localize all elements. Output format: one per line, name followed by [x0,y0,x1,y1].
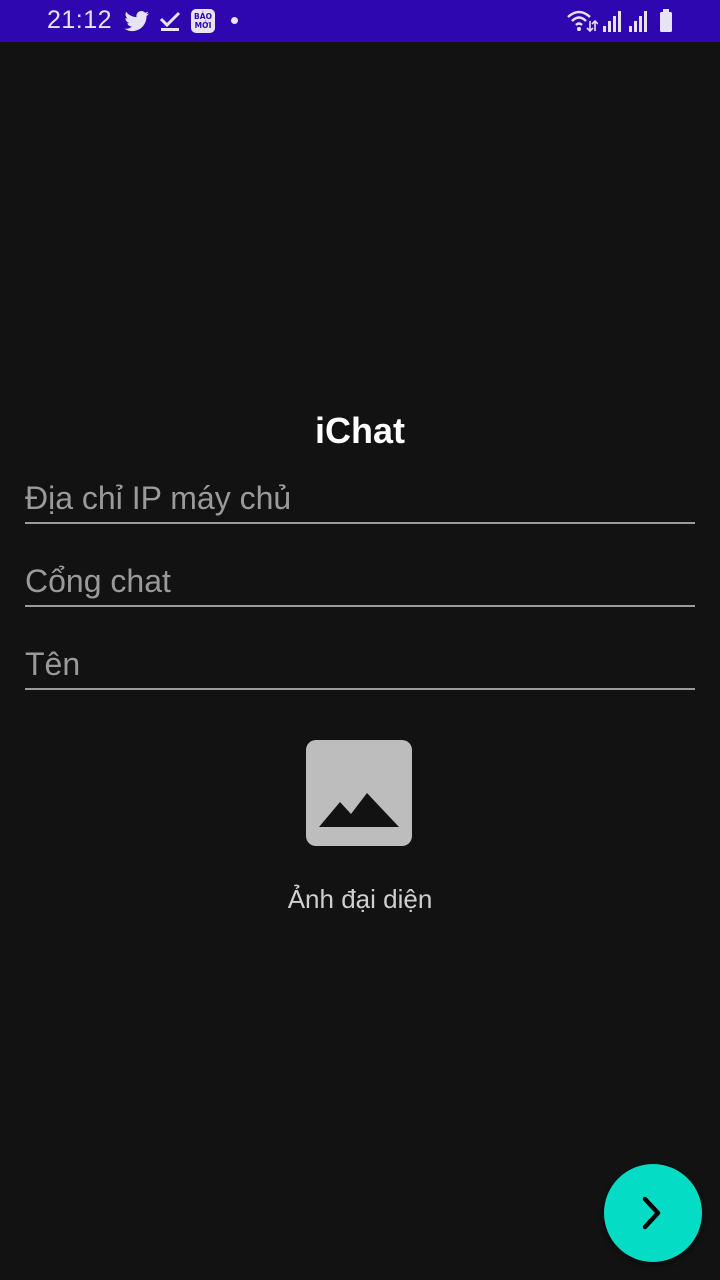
avatar-picker[interactable] [306,740,412,846]
app-title: iChat [315,410,405,451]
dot-icon [230,16,239,40]
download-done-icon [158,9,182,33]
name-input[interactable] [25,640,695,690]
bao-moi-icon: BÁO MỚI [190,8,216,33]
twitter-icon [124,9,150,33]
svg-text:MỚI: MỚI [195,21,212,30]
signal-icon [628,9,650,33]
next-button[interactable] [604,1164,702,1262]
login-screen: 21:12 BÁO MỚI iChat Địa chỉ IP máy chủ C… [0,0,720,1280]
battery-icon [658,8,674,32]
svg-text:BÁO: BÁO [194,12,212,21]
chat-port-input[interactable] [25,557,695,607]
chevron-right-icon [642,1196,661,1230]
image-placeholder-icon [319,793,399,827]
signal-icon [602,9,624,33]
server-ip-input[interactable] [25,474,695,524]
avatar-label: Ảnh đại diện [287,884,433,914]
status-time: 21:12 [47,6,113,34]
wifi-icon [566,8,598,33]
status-bar: 21:12 BÁO MỚI [0,0,720,42]
